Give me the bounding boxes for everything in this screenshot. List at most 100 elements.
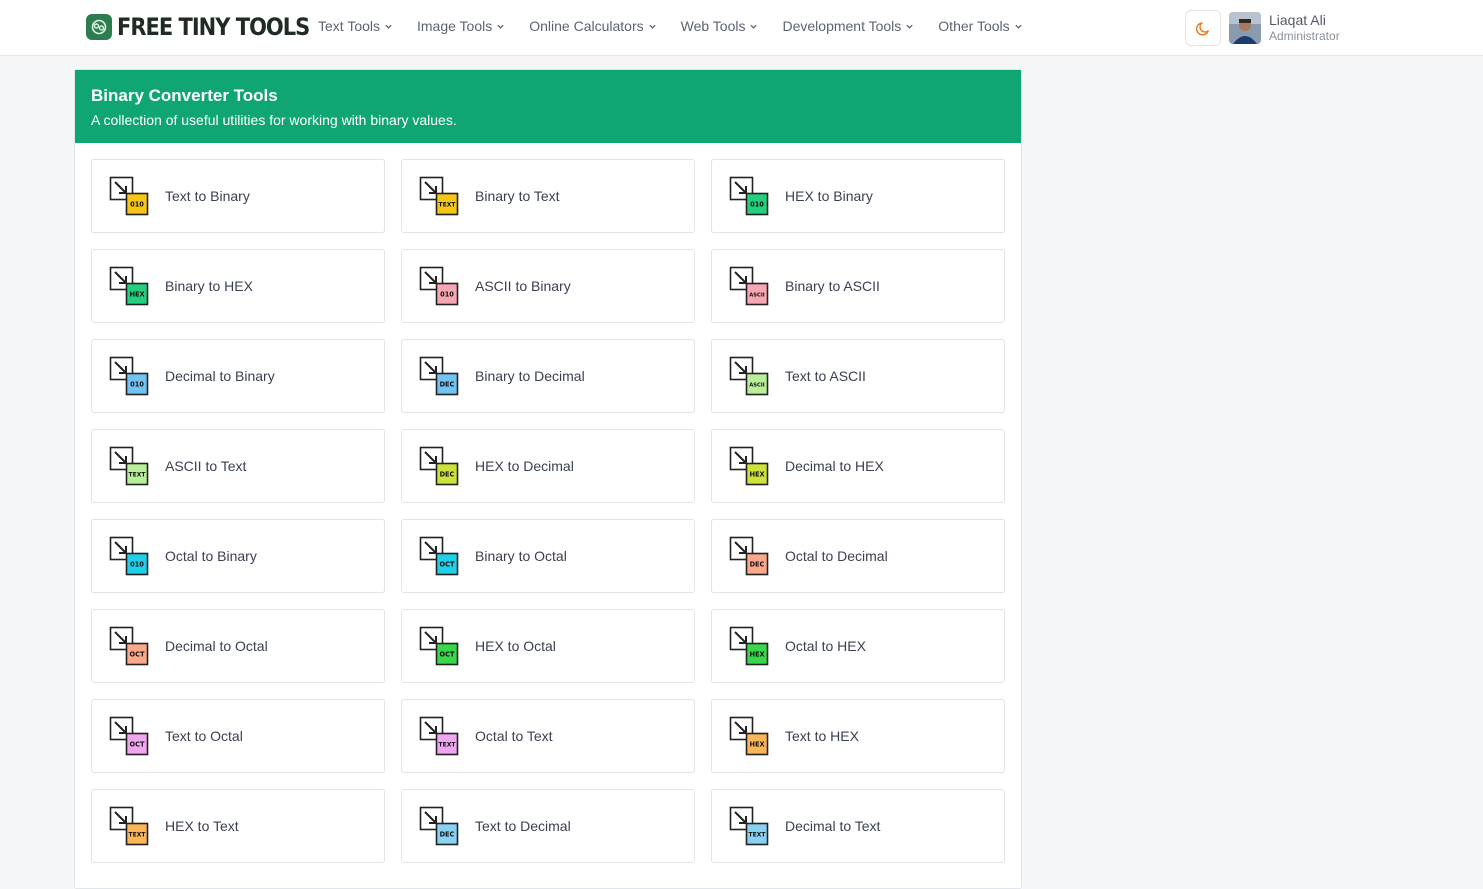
tool-card[interactable]: 010 HEX to Binary (711, 159, 1005, 233)
tool-card-label: Decimal to Text (785, 818, 881, 834)
tool-card[interactable]: HEX Decimal to HEX (711, 429, 1005, 503)
tool-card[interactable]: HEX Octal to HEX (711, 609, 1005, 683)
tool-card-label: Text to HEX (785, 728, 859, 744)
nav-online-calculators[interactable]: Online Calculators (529, 18, 656, 34)
tool-card[interactable]: OCT Text to Octal (91, 699, 385, 773)
badge-text: HEX (129, 291, 144, 299)
chevron-down-icon (497, 24, 504, 29)
converter-icon: HEX (729, 446, 769, 486)
badge-text: TEXT (439, 742, 457, 749)
badge-text: DEC (440, 381, 455, 389)
tool-card-label: Binary to HEX (165, 278, 253, 294)
badge-text: 010 (130, 561, 144, 569)
tool-card-label: Text to ASCII (785, 368, 866, 384)
site-logo[interactable]: FREE TINY TOOLS (86, 13, 310, 41)
chevron-down-icon (1014, 24, 1022, 29)
logo-text: FREE TINY TOOLS (117, 13, 310, 41)
badge-text: DEC (440, 471, 455, 479)
tool-card[interactable]: DEC Text to Decimal (401, 789, 695, 863)
logo-icon (86, 14, 112, 40)
tool-card[interactable]: TEXT HEX to Text (91, 789, 385, 863)
nav-development-tools[interactable]: Development Tools (782, 18, 914, 34)
tool-card[interactable]: 010 ASCII to Binary (401, 249, 695, 323)
converter-icon: OCT (419, 536, 459, 576)
tool-card[interactable]: DEC Binary to Decimal (401, 339, 695, 413)
moon-icon (1195, 21, 1209, 36)
avatar[interactable] (1229, 12, 1261, 44)
converter-icon: ASCII (729, 356, 769, 396)
tool-grid: 010 Text to Binary TEXT Binary to Text 010 HE… (91, 159, 1005, 863)
nav-label: Image Tools (417, 18, 493, 34)
tool-card-label: Decimal to Binary (165, 368, 275, 384)
tool-card[interactable]: TEXT Decimal to Text (711, 789, 1005, 863)
badge-text: TEXT (129, 472, 147, 479)
nav-label: Other Tools (938, 18, 1010, 34)
nav-other-tools[interactable]: Other Tools (938, 18, 1022, 34)
chevron-down-icon (648, 24, 656, 29)
tool-card[interactable]: ASCII Binary to ASCII (711, 249, 1005, 323)
tool-card-label: HEX to Binary (785, 188, 873, 204)
converter-icon: OCT (109, 626, 149, 666)
tool-card[interactable]: 010 Octal to Binary (91, 519, 385, 593)
badge-text: DEC (750, 561, 765, 569)
badge-text: TEXT (439, 202, 457, 209)
tool-card-label: HEX to Decimal (475, 458, 574, 474)
tool-card-label: Text to Binary (165, 188, 250, 204)
badge-text: HEX (749, 651, 764, 659)
tool-card[interactable]: OCT HEX to Octal (401, 609, 695, 683)
tool-card-label: Octal to Text (475, 728, 553, 744)
tool-card[interactable]: OCT Binary to Octal (401, 519, 695, 593)
tool-card-label: Octal to HEX (785, 638, 866, 654)
badge-text: TEXT (129, 832, 147, 839)
converter-icon: DEC (729, 536, 769, 576)
converter-icon: TEXT (419, 176, 459, 216)
tool-card[interactable]: TEXT ASCII to Text (91, 429, 385, 503)
nav-image-tools[interactable]: Image Tools (417, 18, 505, 34)
tool-card-label: Decimal to HEX (785, 458, 884, 474)
converter-icon: 010 (729, 176, 769, 216)
chevron-down-icon (750, 24, 758, 29)
converter-icon: 010 (109, 536, 149, 576)
converter-icon: TEXT (109, 446, 149, 486)
tool-card-label: HEX to Text (165, 818, 239, 834)
tool-card[interactable]: 010 Text to Binary (91, 159, 385, 233)
tool-card-label: Text to Octal (165, 728, 243, 744)
converter-icon: 010 (419, 266, 459, 306)
converter-icon: TEXT (109, 806, 149, 846)
tool-card-label: Decimal to Octal (165, 638, 268, 654)
tool-card-label: Octal to Binary (165, 548, 257, 564)
tool-card-label: ASCII to Binary (475, 278, 571, 294)
nav-web-tools[interactable]: Web Tools (681, 18, 759, 34)
tool-card[interactable]: TEXT Binary to Text (401, 159, 695, 233)
converter-icon: TEXT (729, 806, 769, 846)
nav-label: Online Calculators (529, 18, 644, 34)
tool-card-label: ASCII to Text (165, 458, 247, 474)
panel-subtitle: A collection of useful utilities for wor… (91, 112, 457, 128)
converter-icon: OCT (109, 716, 149, 756)
theme-toggle-button[interactable] (1185, 10, 1221, 46)
tool-card[interactable]: DEC Octal to Decimal (711, 519, 1005, 593)
tool-card-label: Binary to ASCII (785, 278, 880, 294)
badge-text: TEXT (749, 832, 767, 839)
converter-icon: 010 (109, 176, 149, 216)
tool-card[interactable]: 010 Decimal to Binary (91, 339, 385, 413)
tool-card-label: Binary to Octal (475, 548, 567, 564)
panel-header: Binary Converter Tools A collection of u… (75, 70, 1021, 143)
tool-card[interactable]: OCT Decimal to Octal (91, 609, 385, 683)
tool-card[interactable]: TEXT Octal to Text (401, 699, 695, 773)
badge-text: 010 (440, 291, 454, 299)
badge-text: OCT (440, 561, 455, 569)
tool-card[interactable]: HEX Binary to HEX (91, 249, 385, 323)
badge-text: HEX (749, 471, 764, 479)
nav-label: Text Tools (318, 18, 380, 34)
panel-title: Binary Converter Tools (91, 86, 278, 105)
tool-card[interactable]: ASCII Text to ASCII (711, 339, 1005, 413)
badge-text: OCT (440, 651, 455, 659)
badge-text: DEC (440, 831, 455, 839)
user-info[interactable]: Liaqat Ali Administrator (1269, 12, 1340, 43)
tool-card[interactable]: HEX Text to HEX (711, 699, 1005, 773)
tool-card[interactable]: DEC HEX to Decimal (401, 429, 695, 503)
badge-text: HEX (749, 741, 764, 749)
user-name: Liaqat Ali (1269, 12, 1326, 28)
nav-text-tools[interactable]: Text Tools (318, 18, 393, 34)
